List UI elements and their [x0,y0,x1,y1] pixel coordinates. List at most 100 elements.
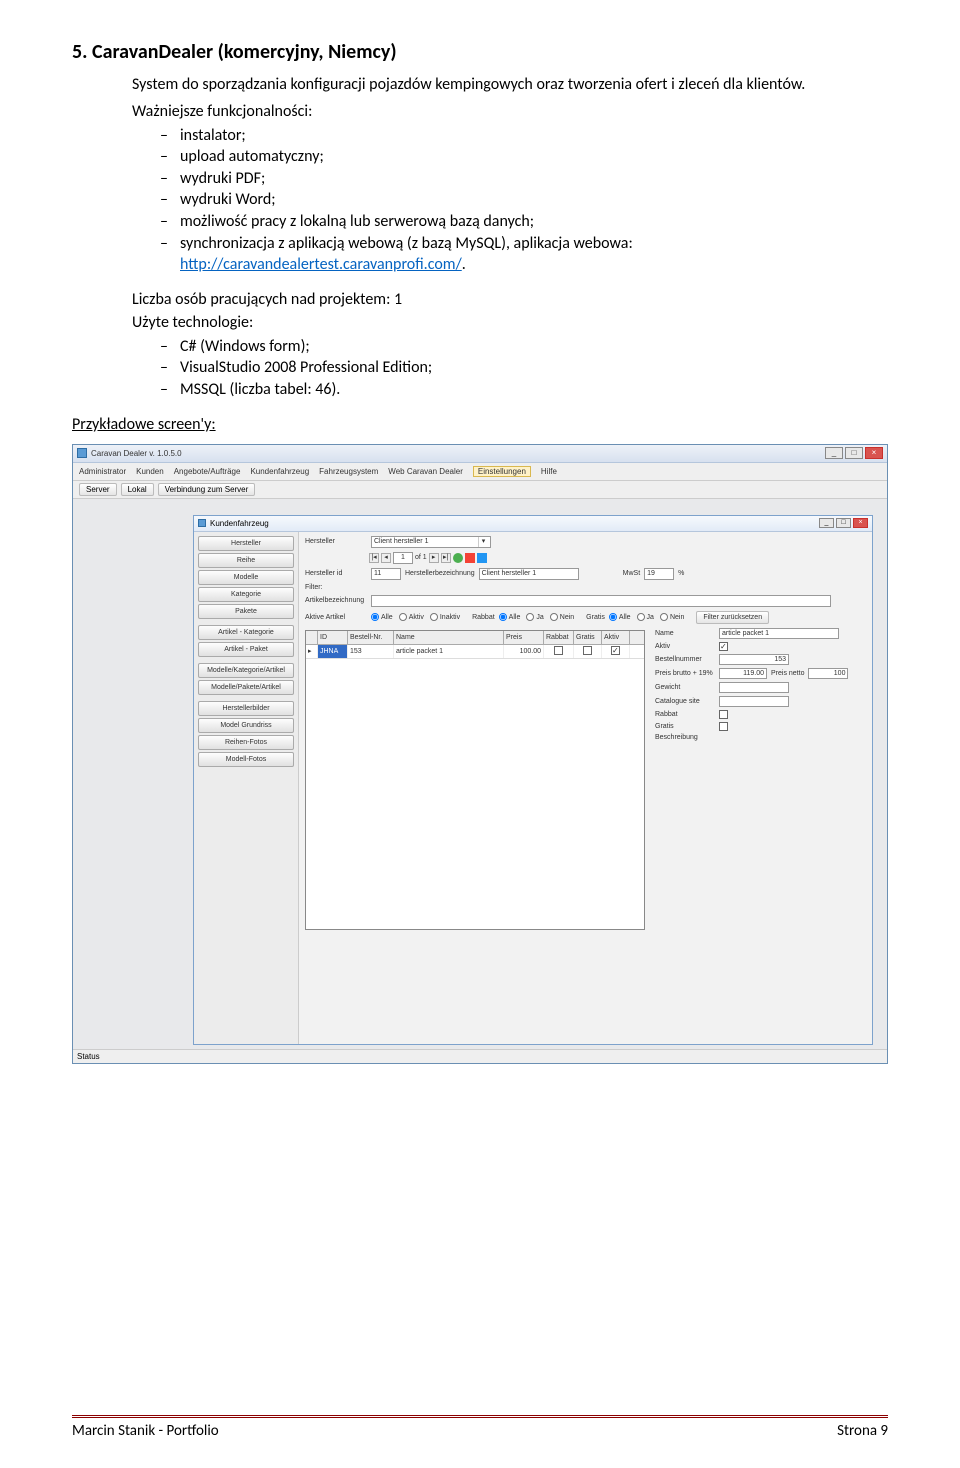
nav-last-button[interactable]: ▸| [441,553,451,563]
sidebar-modelle[interactable]: Modelle [198,570,294,585]
col-rabbat[interactable]: Rabbat [544,631,574,644]
det-gewicht-field[interactable] [719,682,789,693]
sidebar-modell-fotos[interactable]: Modell-Fotos [198,752,294,767]
save-icon[interactable] [477,553,487,563]
window-title: Caravan Dealer v. 1.0.5.0 [91,449,182,458]
det-name-label: Name [655,630,715,637]
minimize-button[interactable]: _ [825,447,843,459]
mwst-field[interactable]: 19 [644,568,674,580]
menu-administrator[interactable]: Administrator [79,467,126,476]
titlebar: Caravan Dealer v. 1.0.5.0 _ □ × [73,445,887,463]
page-footer: Marcin Stanik - Portfolio Strona 9 [72,1415,888,1440]
artikel-bez-field[interactable] [371,595,831,607]
sidebar-modelle-kategorie-artikel[interactable]: Modelle/Kategorie/Artikel [198,663,294,678]
det-rabbat-checkbox[interactable] [719,710,728,719]
det-name-field[interactable]: article packet 1 [719,628,839,639]
nav-prev-button[interactable]: ◂ [381,553,391,563]
webapp-link[interactable]: http://caravandealertest.caravanprofi.co… [180,255,462,274]
sidebar-reihen-fotos[interactable]: Reihen-Fotos [198,735,294,750]
sidebar-artikel-kategorie[interactable]: Artikel - Kategorie [198,625,294,640]
sidebar-artikel-paket[interactable]: Artikel - Paket [198,642,294,657]
radio-alle-1[interactable]: Alle [371,613,393,621]
table-row[interactable]: ▸ JHNA 153 article packet 1 100.00 [306,645,644,659]
hersteller-id-field[interactable]: 11 [371,568,401,580]
nav-position[interactable]: 1 [393,552,413,564]
add-icon[interactable] [453,553,463,563]
col-aktiv[interactable]: Aktiv [602,631,630,644]
hersteller-id-label: Hersteller id [305,570,367,577]
menu-web[interactable]: Web Caravan Dealer [388,467,463,476]
menu-hilfe[interactable]: Hilfe [541,467,557,476]
sidebar-kategorie[interactable]: Kategorie [198,587,294,602]
child-window: Kundenfahrzeug _ □ × Hersteller Reihe Mo… [193,515,873,1045]
child-maximize-button[interactable]: □ [836,518,851,528]
radio-aktiv[interactable]: Aktiv [399,613,424,621]
mwst-label: MwSt [623,570,641,577]
nav-next-button[interactable]: ▸ [429,553,439,563]
menu-angebote[interactable]: Angebote/Aufträge [174,467,241,476]
rabbat-filter-label: Rabbat [472,614,495,621]
tech-item: VisualStudio 2008 Professional Edition; [160,357,888,379]
server-button[interactable]: Server [79,483,117,496]
det-gratis-checkbox[interactable] [719,722,728,731]
statusbar: Status [73,1049,887,1063]
lokal-button[interactable]: Lokal [121,483,154,496]
features-list: instalator; upload automatyczny; wydruki… [160,125,888,276]
data-grid[interactable]: ID Bestell-Nr. Name Preis Rabbat Gratis … [305,630,645,930]
connection-button[interactable]: Verbindung zum Server [158,483,256,496]
sidebar-herstellerbilder[interactable]: Herstellerbilder [198,701,294,716]
col-bestell[interactable]: Bestell-Nr. [348,631,394,644]
maximize-button[interactable]: □ [845,447,863,459]
sidebar-reihe[interactable]: Reihe [198,553,294,568]
menu-einstellungen[interactable]: Einstellungen [473,466,531,477]
det-netto-field[interactable]: 100 [808,668,848,679]
radio-alle-2[interactable]: Alle [499,613,521,621]
close-button[interactable]: × [865,447,883,459]
det-catalogue-field[interactable] [719,696,789,707]
hersteller-bez-label: Herstellerbezeichnung [405,570,475,577]
app-icon [77,448,87,458]
footer-right: Strona 9 [837,1422,888,1440]
record-navigator: |◂ ◂ 1 of 1 ▸ ▸| [305,552,866,564]
footer-left: Marcin Stanik - Portfolio [72,1422,219,1440]
det-rabbat-label: Rabbat [655,711,715,718]
child-close-button[interactable]: × [853,518,868,528]
filter-reset-button[interactable]: Filter zurücksetzen [696,611,769,624]
det-aktiv-checkbox[interactable] [719,642,728,651]
menu-kundenfahrzeug[interactable]: Kundenfahrzeug [250,467,309,476]
menu-kunden[interactable]: Kunden [136,467,164,476]
chevron-down-icon: ▾ [478,537,488,547]
intro-paragraph: System do sporządzania konfiguracji poja… [132,74,888,96]
det-bestell-field[interactable]: 153 [719,654,789,665]
sidebar-modelle-pakete-artikel[interactable]: Modelle/Pakete/Artikel [198,680,294,695]
menu-fahrzeugsystem[interactable]: Fahrzeugsystem [319,467,378,476]
child-minimize-button[interactable]: _ [819,518,834,528]
radio-ja-2[interactable]: Ja [637,613,654,621]
radio-nein-1[interactable]: Nein [550,613,574,621]
feature-item: wydruki PDF; [160,168,888,190]
sidebar-hersteller[interactable]: Hersteller [198,536,294,551]
nav-first-button[interactable]: |◂ [369,553,379,563]
col-preis[interactable]: Preis [504,631,544,644]
sidebar-model-grundriss[interactable]: Model Grundriss [198,718,294,733]
col-id[interactable]: ID [318,631,348,644]
det-brutto-field[interactable]: 119.00 [719,668,767,679]
radio-alle-3[interactable]: Alle [609,613,631,621]
cell-name: article packet 1 [394,645,504,658]
gratis-radio-group: Alle Ja Nein [609,613,685,621]
hersteller-bez-field[interactable]: Client hersteller 1 [479,568,579,580]
radio-ja-1[interactable]: Ja [526,613,543,621]
footer-divider [72,1415,888,1418]
radio-nein-2[interactable]: Nein [660,613,684,621]
aktive-radio-group: Alle Aktiv Inaktiv [371,613,460,621]
feature-item: instalator; [160,125,888,147]
toolbar: Server Lokal Verbindung zum Server [73,481,887,499]
col-gratis[interactable]: Gratis [574,631,602,644]
hersteller-value: Client hersteller 1 [374,537,428,547]
col-name[interactable]: Name [394,631,504,644]
hersteller-dropdown[interactable]: Client hersteller 1 ▾ [371,536,491,548]
section-heading: 5. CaravanDealer (komercyjny, Niemcy) [72,40,888,64]
delete-icon[interactable] [465,553,475,563]
sidebar-pakete[interactable]: Pakete [198,604,294,619]
radio-inaktiv[interactable]: Inaktiv [430,613,460,621]
